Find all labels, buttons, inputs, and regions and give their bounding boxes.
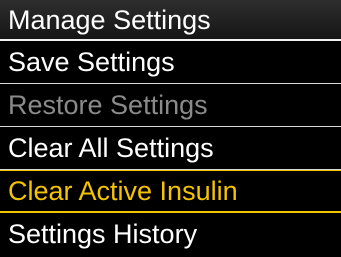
menu-item-label: Settings History bbox=[8, 219, 198, 249]
menu-item-settings-history[interactable]: Settings History bbox=[0, 213, 341, 256]
menu-header: Manage Settings bbox=[0, 0, 341, 41]
menu-item-label: Restore Settings bbox=[8, 90, 208, 120]
menu-item-label: Clear Active Insulin bbox=[8, 176, 238, 206]
menu-item-label: Clear All Settings bbox=[8, 133, 214, 163]
menu-item-clear-all-settings[interactable]: Clear All Settings bbox=[0, 127, 341, 170]
menu-item-label: Save Settings bbox=[8, 47, 175, 77]
settings-menu: Save Settings Restore Settings Clear All… bbox=[0, 41, 341, 256]
device-screen: Manage Settings Save Settings Restore Se… bbox=[0, 0, 341, 257]
menu-item-save-settings[interactable]: Save Settings bbox=[0, 41, 341, 84]
menu-item-restore-settings: Restore Settings bbox=[0, 84, 341, 127]
page-title: Manage Settings bbox=[8, 5, 211, 35]
menu-item-clear-active-insulin[interactable]: Clear Active Insulin bbox=[0, 170, 341, 213]
